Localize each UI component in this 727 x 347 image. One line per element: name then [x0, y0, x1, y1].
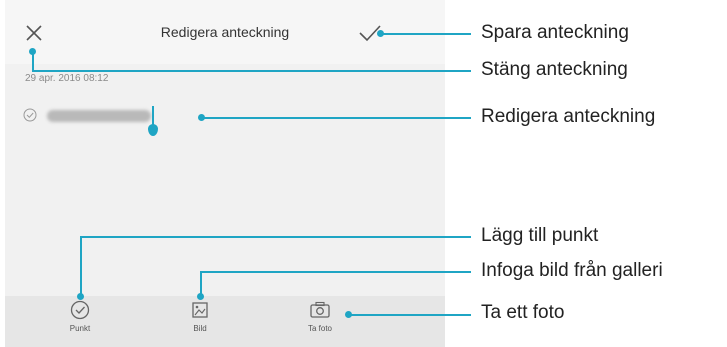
- bullet-check-icon[interactable]: [23, 108, 37, 122]
- camera-button[interactable]: Ta foto: [280, 300, 360, 344]
- image-callout-line-vertical: [200, 272, 202, 295]
- bullet-callout-line-horizontal: [80, 236, 471, 238]
- bullet-callout-line-vertical: [80, 237, 82, 295]
- edit-callout-line: [202, 117, 471, 119]
- image-label: Bild: [193, 324, 207, 333]
- image-callout-line-horizontal: [200, 271, 471, 273]
- save-callout-line: [381, 33, 471, 35]
- text-cursor: [152, 106, 154, 126]
- bullet-circle-icon: [70, 300, 90, 320]
- camera-label: Ta foto: [307, 324, 332, 333]
- close-callout-line-horizontal: [32, 70, 471, 72]
- note-text-blurred[interactable]: [47, 110, 151, 122]
- image-callout-label: Infoga bild från galleri: [481, 260, 663, 281]
- bottom-toolbar: Punkt Bild Ta foto: [5, 296, 445, 347]
- photo-callout-label: Ta ett foto: [481, 302, 565, 323]
- bullet-button[interactable]: Punkt: [40, 300, 120, 344]
- cursor-handle[interactable]: [148, 124, 158, 136]
- bullet-callout-label: Lägg till punkt: [481, 225, 599, 246]
- edit-callout-label: Redigera anteckning: [481, 106, 656, 127]
- save-callout-label: Spara anteckning: [481, 22, 629, 43]
- image-icon: [192, 302, 208, 318]
- camera-icon: [310, 301, 330, 318]
- close-callout-line-vertical: [32, 52, 34, 71]
- phone-screen: Redigera anteckning 29 apr. 2016 08:12 P…: [5, 0, 445, 347]
- note-date: 29 apr. 2016 08:12: [25, 73, 109, 84]
- photo-callout-line: [349, 314, 471, 316]
- bullet-label: Punkt: [69, 324, 91, 333]
- image-button[interactable]: Bild: [160, 300, 240, 344]
- close-callout-label: Stäng anteckning: [481, 59, 628, 80]
